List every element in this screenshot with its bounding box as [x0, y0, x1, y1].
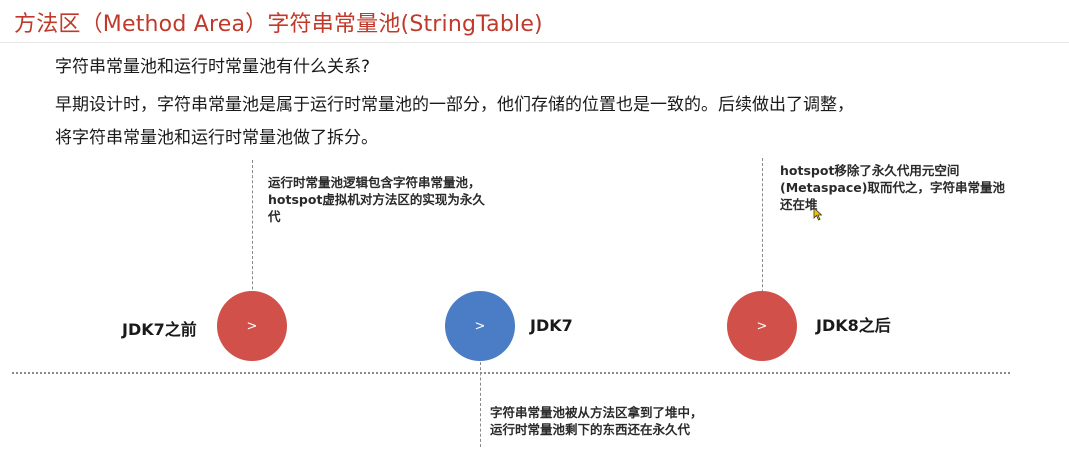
node-jdk7-button[interactable]: >: [445, 291, 515, 361]
note-jdk8-line-1: hotspot移除了永久代用元空间: [780, 163, 960, 178]
chevron-right-icon: >: [756, 318, 768, 334]
node-jdk7-label: JDK7: [530, 316, 573, 335]
note-jdk8-line-2: (Metaspace)取而代之，字符串常量池: [780, 180, 1005, 195]
note-before-jdk7-line-3: 代: [268, 209, 281, 224]
explanation-line-2: 将字符串常量池和运行时常量池做了拆分。: [55, 128, 378, 148]
node-jdk8-label: JDK8之后: [816, 316, 891, 335]
chevron-right-icon: >: [246, 318, 258, 334]
node-before-jdk7-button[interactable]: >: [217, 291, 287, 361]
slide-title: 方法区（Method Area）字符串常量池(StringTable): [14, 12, 543, 37]
note-before-jdk7-line-1: 运行时常量池逻辑包含字符串常量池，: [268, 175, 481, 190]
note-before-jdk7: 运行时常量池逻辑包含字符串常量池， hotspot虚拟机对方法区的实现为永久 代: [268, 174, 485, 225]
title-divider: [0, 42, 1069, 43]
note-before-jdk7-line-2: hotspot虚拟机对方法区的实现为永久: [268, 192, 485, 207]
note-jdk7: 字符串常量池被从方法区拿到了堆中， 运行时常量池剩下的东西还在永久代: [490, 404, 703, 438]
node-jdk8-button[interactable]: >: [727, 291, 797, 361]
chevron-right-icon: >: [474, 318, 486, 334]
connector-jdk7: [480, 357, 481, 447]
question-text: 字符串常量池和运行时常量池有什么关系?: [55, 57, 371, 77]
note-jdk7-line-2: 运行时常量池剩下的东西还在永久代: [490, 422, 691, 437]
timeline-axis: [12, 372, 1010, 374]
node-before-jdk7-label: JDK7之前: [122, 320, 197, 339]
slide: 方法区（Method Area）字符串常量池(StringTable) 字符串常…: [0, 0, 1069, 474]
note-jdk7-line-1: 字符串常量池被从方法区拿到了堆中，: [490, 405, 703, 420]
explanation-line-1: 早期设计时，字符串常量池是属于运行时常量池的一部分，他们存储的位置也是一致的。后…: [55, 95, 854, 115]
note-jdk8: hotspot移除了永久代用元空间 (Metaspace)取而代之，字符串常量池…: [780, 162, 1005, 213]
mouse-cursor-icon: [813, 207, 823, 221]
